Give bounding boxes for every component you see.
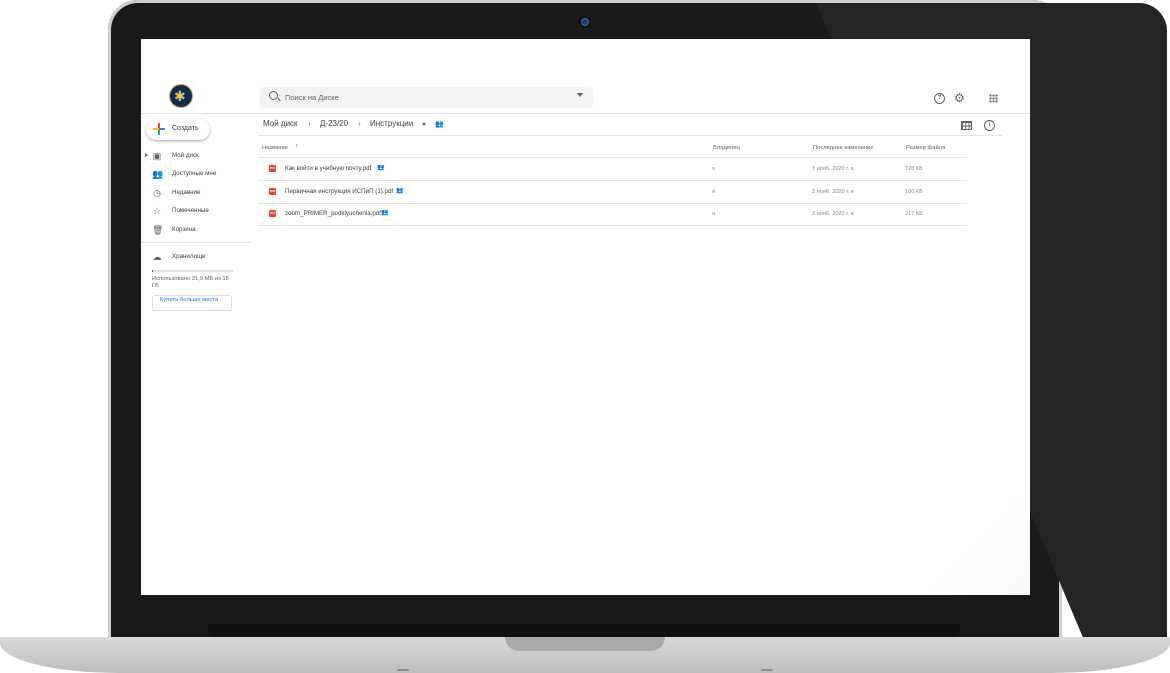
laptop-foot bbox=[761, 669, 773, 671]
sidebar-item-recent[interactable]: ◷ Недавние bbox=[141, 185, 241, 201]
expand-arrow-icon[interactable] bbox=[145, 153, 148, 157]
file-modified: 3 нояб. 2020 г. я bbox=[812, 211, 854, 217]
chevron-right-icon: › bbox=[308, 119, 311, 128]
sidebar-divider bbox=[141, 242, 251, 243]
search-icon[interactable] bbox=[269, 91, 278, 100]
file-name: Как войти в учебную почту.pdf bbox=[285, 165, 372, 172]
breadcrumb-item-my-drive[interactable]: Мой диск bbox=[263, 119, 298, 128]
file-modified: 3 нояб. 2020 г. я bbox=[812, 189, 854, 195]
laptop-foot bbox=[397, 669, 409, 671]
file-size: 217 КБ bbox=[905, 211, 923, 217]
webcam bbox=[581, 18, 589, 26]
trash-icon: 🗑 bbox=[152, 225, 164, 235]
create-button[interactable]: Создать bbox=[146, 119, 210, 140]
search-options-icon[interactable] bbox=[577, 93, 583, 97]
file-owner: я bbox=[712, 189, 716, 195]
create-label: Создать bbox=[172, 125, 199, 132]
pdf-file-icon: PDF bbox=[269, 210, 276, 217]
shared-file-icon: 👥 bbox=[396, 188, 404, 194]
laptop-notch bbox=[505, 637, 665, 651]
chevron-right-icon: › bbox=[358, 119, 361, 128]
sort-ascending-icon[interactable]: ↑ bbox=[295, 143, 299, 150]
sidebar-item-label: Помеченные bbox=[172, 207, 209, 214]
breadcrumb-item-folder[interactable]: Д-23/20 bbox=[320, 119, 348, 128]
file-owner: я bbox=[712, 166, 716, 172]
sidebar-item-label: Мой диск bbox=[172, 152, 199, 159]
search-input[interactable] bbox=[285, 90, 555, 105]
sidebar-item-label: Недавние bbox=[172, 189, 201, 196]
shared-with-me-icon: 👥 bbox=[152, 169, 164, 179]
column-header-size: Размер файла bbox=[906, 145, 946, 151]
sidebar-item-shared-with-me[interactable]: 👥 Доступные мне bbox=[141, 166, 241, 182]
drive-screen: ? ⚙ Создать ▣ Мой диск 👥 Доступные мне ◷… bbox=[141, 39, 1030, 595]
table-row[interactable]: PDF Как войти в учебную почту.pdf 👥 я 3 … bbox=[258, 158, 967, 181]
settings-gear-icon[interactable]: ⚙ bbox=[954, 92, 965, 104]
shared-folder-icon: 👥 bbox=[435, 121, 444, 128]
sidebar-item-trash[interactable]: 🗑 Корзина bbox=[141, 222, 241, 238]
laptop-hinge bbox=[208, 624, 960, 638]
pdf-file-icon: PDF bbox=[269, 188, 276, 195]
file-modified: 3 нояб. 2020 г. я bbox=[812, 166, 854, 172]
cloud-icon: ☁ bbox=[152, 252, 162, 262]
sidebar-item-label: Корзина bbox=[172, 226, 196, 233]
file-name: zoom_PRIMER_podklyuchenia.pdf bbox=[285, 210, 381, 217]
shared-file-icon: 👥 bbox=[381, 210, 389, 216]
column-header-name[interactable]: Название bbox=[262, 145, 288, 151]
grid-view-icon[interactable] bbox=[961, 121, 972, 130]
sidebar-item-label: Доступные мне bbox=[172, 170, 217, 177]
table-row[interactable]: PDF zoom_PRIMER_podklyuchenia.pdf 👥 я 3 … bbox=[258, 203, 967, 226]
file-size: 160 КБ bbox=[905, 189, 923, 195]
storage-usage-text: Использовано 31,9 МБ из 15 ГБ bbox=[152, 276, 229, 289]
sidebar-item-label: Хранилище bbox=[172, 253, 206, 260]
recent-clock-icon: ◷ bbox=[153, 188, 161, 198]
file-owner: я bbox=[712, 211, 716, 217]
column-header-owner: Владелец bbox=[713, 145, 740, 151]
pdf-file-icon: PDF bbox=[269, 165, 276, 172]
plus-icon bbox=[153, 123, 165, 135]
storage-usage-fill bbox=[152, 270, 153, 272]
breadcrumb-item-current[interactable]: Инструкции bbox=[370, 119, 413, 128]
star-icon: ☆ bbox=[152, 206, 162, 216]
help-icon[interactable]: ? bbox=[934, 93, 945, 104]
buy-storage-button[interactable]: Купить больше места bbox=[152, 295, 232, 311]
file-size: 728 КБ bbox=[905, 166, 923, 172]
organization-logo[interactable] bbox=[170, 85, 192, 107]
folder-menu-caret-icon[interactable] bbox=[422, 123, 426, 126]
sidebar-item-my-drive[interactable]: ▣ Мой диск bbox=[141, 148, 241, 164]
column-header-modified[interactable]: Последнее изменение bbox=[813, 145, 874, 151]
shared-file-icon: 👥 bbox=[377, 165, 385, 171]
storage-usage-bar bbox=[152, 270, 233, 272]
table-row[interactable]: PDF Первичная инструкция ИСПиП (1).pdf 👥… bbox=[258, 181, 967, 204]
toolbar-divider bbox=[258, 135, 1002, 136]
apps-grid-icon[interactable] bbox=[989, 94, 998, 103]
sidebar-item-starred[interactable]: ☆ Помеченные bbox=[141, 203, 241, 219]
search-box[interactable] bbox=[259, 87, 593, 108]
file-name: Первичная инструкция ИСПиП (1).pdf bbox=[285, 188, 394, 195]
info-icon[interactable]: i bbox=[984, 120, 995, 131]
sidebar-item-storage[interactable]: ☁ Хранилище bbox=[141, 249, 241, 265]
my-drive-icon: ▣ bbox=[152, 151, 162, 161]
screen-glare bbox=[901, 469, 1030, 595]
